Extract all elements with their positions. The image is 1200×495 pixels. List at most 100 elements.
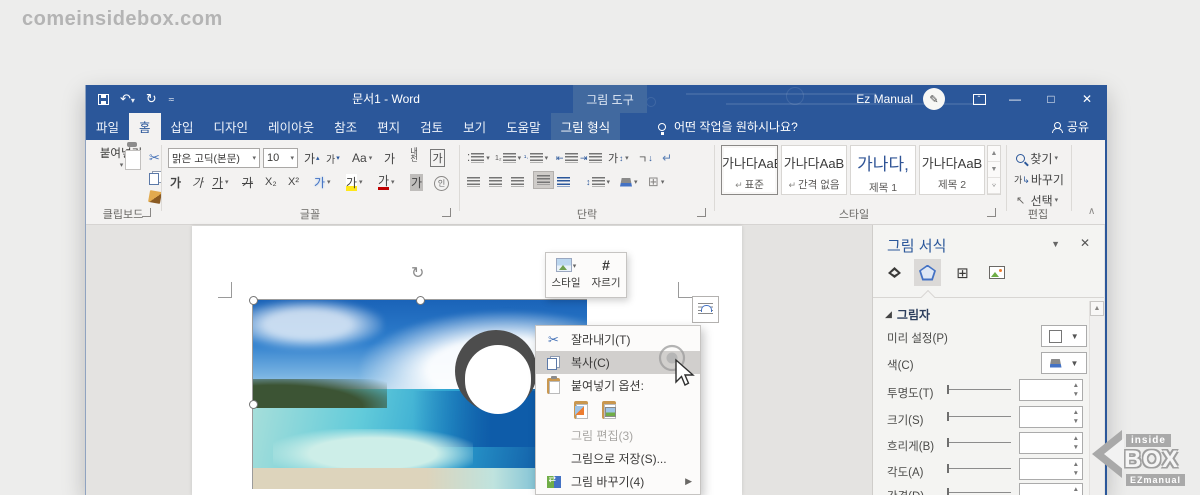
underline-button[interactable]: 가 ▾ — [212, 173, 229, 191]
transparency-input[interactable]: ▲ ▼ — [1019, 379, 1083, 401]
enclose-characters-button[interactable]: 인 — [434, 174, 449, 192]
styles-scroll-down-icon[interactable]: ▼ — [988, 162, 1000, 178]
font-dialog-launcher-icon[interactable] — [442, 208, 451, 217]
line-spacing-button[interactable]: ↕ ▾ — [586, 173, 610, 191]
distance-slider[interactable] — [947, 488, 1013, 495]
text-highlight-button[interactable]: 가 ▾ — [346, 173, 363, 191]
crop-button[interactable]: # 자르기 — [586, 253, 626, 297]
picture-styles-button[interactable]: ▾ 스타일 — [546, 253, 586, 297]
shadow-preset-button[interactable]: ▼ — [1041, 325, 1087, 347]
transparency-slider[interactable] — [947, 385, 1013, 395]
tab-review[interactable]: 검토 — [410, 113, 453, 140]
font-family-combobox[interactable]: 맑은 고딕(본문) ▾ — [168, 148, 260, 168]
sort-button[interactable]: ㄱ ↓ — [638, 149, 653, 167]
clipboard-dialog-launcher-icon[interactable] — [142, 208, 151, 217]
tab-references[interactable]: 참조 — [324, 113, 367, 140]
text-effects-button[interactable]: 가 ▾ — [314, 173, 331, 191]
angle-slider[interactable] — [947, 464, 1013, 474]
align-center-button[interactable] — [489, 173, 502, 191]
show-marks-button[interactable]: ↵ — [662, 149, 672, 167]
phonetic-guide-button[interactable]: 내천 — [408, 146, 420, 164]
blur-input[interactable]: ▲ ▼ — [1019, 432, 1083, 454]
pane-dropdown-icon[interactable]: ▼ — [1051, 239, 1060, 249]
tab-home[interactable]: 홈 — [129, 113, 161, 140]
character-border-button[interactable]: 가 — [430, 149, 446, 167]
close-button[interactable]: ✕ — [1069, 85, 1105, 113]
pane-close-icon[interactable]: ✕ — [1080, 236, 1090, 250]
format-painter-button[interactable] — [148, 188, 162, 206]
ribbon-display-options-button[interactable]: ˆ — [961, 85, 997, 113]
find-button[interactable]: 찾기 ▾ — [1016, 149, 1058, 167]
pane-tab-size[interactable]: ⊞ — [949, 259, 976, 286]
asian-layout-button[interactable]: 가 ↕ ▾ — [608, 149, 629, 167]
paste-button[interactable]: 붙여넣기 ▾ — [95, 145, 147, 205]
rotate-handle-icon[interactable]: ↻ — [411, 263, 424, 283]
pane-tab-picture[interactable] — [983, 259, 1010, 286]
align-right-button[interactable] — [511, 173, 524, 191]
tab-view[interactable]: 보기 — [453, 113, 496, 140]
save-icon[interactable] — [98, 93, 109, 105]
replace-button[interactable]: 가↳ 바꾸기 — [1014, 170, 1064, 188]
font-size-combobox[interactable]: 10 ▾ — [263, 148, 298, 168]
justify-button[interactable] — [533, 171, 554, 189]
character-shading-button[interactable]: 가 — [410, 173, 424, 191]
tab-layout[interactable]: 레이아웃 — [258, 113, 324, 140]
pane-tab-effects[interactable] — [914, 259, 941, 286]
font-family-dropdown-icon[interactable]: ▾ — [252, 154, 256, 162]
selection-handle-middle-left[interactable] — [249, 400, 258, 409]
style-no-spacing[interactable]: 가나다AaB ↵ 간격 없음 — [781, 145, 847, 195]
style-normal[interactable]: 가나다AaB ↵ 표준 — [721, 145, 778, 195]
size-slider[interactable] — [947, 412, 1013, 422]
tab-insert[interactable]: 삽입 — [161, 113, 204, 140]
pane-tab-fill[interactable] — [881, 259, 908, 286]
style-heading1[interactable]: 가나다, 제목 1 — [850, 145, 916, 195]
italic-button[interactable]: 가 — [192, 173, 203, 191]
size-input[interactable]: ▲ ▼ — [1019, 406, 1083, 428]
paste-keep-formatting-icon[interactable] — [571, 400, 592, 421]
numbering-button[interactable]: 1₂ ▾ — [495, 149, 521, 167]
styles-scroll-up-icon[interactable]: ▲ — [988, 146, 1000, 162]
menu-item-save-as-picture[interactable]: 그림으로 저장(S)... — [536, 447, 700, 470]
share-button[interactable]: 공유 — [1051, 113, 1089, 140]
multilevel-list-button[interactable]: ¹· ▾ — [524, 149, 548, 167]
selection-handle-top-center[interactable] — [416, 296, 425, 305]
collapse-ribbon-icon[interactable]: ∧ — [1088, 202, 1095, 220]
font-size-dropdown-icon[interactable]: ▾ — [290, 154, 294, 162]
tab-picture-format[interactable]: 그림 형식 — [550, 113, 621, 140]
shadow-section-header[interactable]: ◢ 그림자 — [885, 306, 930, 323]
redo-icon[interactable]: ↻ — [146, 91, 157, 107]
borders-button[interactable]: ⊞ ▾ — [648, 173, 664, 191]
strikethrough-button[interactable]: 가 — [242, 173, 253, 191]
paste-as-picture-icon[interactable] — [599, 400, 620, 421]
bold-button[interactable]: 가 — [170, 173, 181, 191]
blur-slider[interactable] — [947, 438, 1013, 448]
tab-mailings[interactable]: 편지 — [367, 113, 410, 140]
account-avatar[interactable]: ✎ — [923, 88, 945, 110]
bullets-button[interactable]: ⁚ ▾ — [467, 149, 490, 167]
menu-item-change-picture[interactable]: 그림 바꾸기(4) ▶ — [536, 470, 700, 493]
style-heading2[interactable]: 가나다AaB 제목 2 — [919, 145, 985, 195]
layout-options-button[interactable] — [692, 296, 719, 323]
cut-button[interactable]: ✂ — [149, 149, 160, 167]
customize-qat-icon[interactable]: ≂ — [168, 95, 175, 104]
styles-gallery-scroll[interactable]: ▲ ▼ ⩒ — [987, 145, 1001, 195]
tab-help[interactable]: 도움말 — [496, 113, 551, 140]
paragraph-dialog-launcher-icon[interactable] — [697, 208, 706, 217]
shadow-color-button[interactable]: ▼ — [1041, 352, 1087, 374]
decrease-indent-button[interactable]: ⇤ — [556, 149, 578, 167]
minimize-button[interactable]: — — [997, 85, 1033, 113]
shrink-font-button[interactable]: 가 ▾ — [326, 149, 340, 167]
tab-file[interactable]: 파일 — [86, 113, 129, 140]
styles-more-icon[interactable]: ⩒ — [988, 178, 1000, 194]
grow-font-button[interactable]: 가 ▴ — [304, 149, 320, 167]
font-color-button[interactable]: 가 ▾ — [378, 173, 395, 191]
align-left-button[interactable] — [467, 173, 480, 191]
distance-input[interactable]: ▲▼ — [1019, 483, 1083, 495]
distribute-button[interactable] — [557, 173, 570, 191]
account-name[interactable]: Ez Manual — [856, 92, 913, 106]
subscript-button[interactable]: X₂ — [265, 173, 277, 191]
increase-indent-button[interactable]: ⇥ — [580, 149, 602, 167]
styles-dialog-launcher-icon[interactable] — [987, 208, 996, 217]
restore-button[interactable]: □ — [1033, 85, 1069, 113]
selection-handle-top-left[interactable] — [249, 296, 258, 305]
